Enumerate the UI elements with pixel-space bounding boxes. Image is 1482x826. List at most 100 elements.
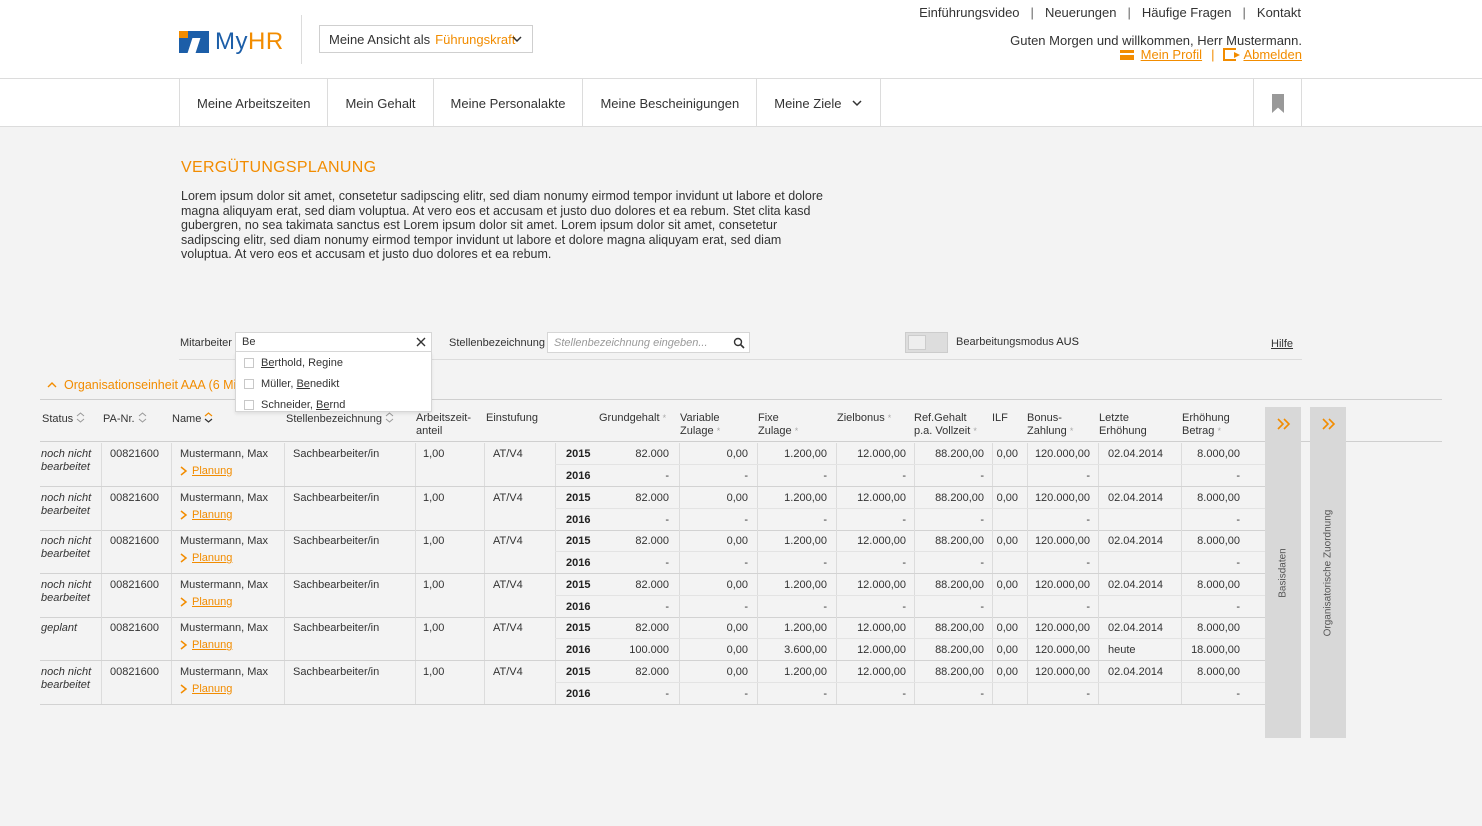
row-name: Mustermann, Max [180, 491, 269, 504]
row-var: 0,00 [726, 622, 748, 635]
side-panel-label: Basisdaten [1277, 547, 1289, 598]
toggle-knob [908, 335, 926, 350]
suggestion-checkbox[interactable] [244, 378, 254, 389]
row-planning-link[interactable]: Planung [180, 509, 232, 521]
suggestion-item[interactable]: Schneider, Bernd [236, 394, 431, 415]
toplink-news[interactable]: Neuerungen [1045, 5, 1117, 20]
table-row: geplant 00821600 Mustermann, Max Planung Sac… [40, 617, 1265, 662]
row-status: noch nicht bearbeitet [41, 448, 92, 473]
row-ilf: 0,00 [996, 448, 1018, 460]
suggestion-checkbox[interactable] [244, 357, 254, 368]
job-search-placeholder: Stellenbezeichnung eingeben... [554, 337, 708, 349]
row-status: noch nicht bearbeitet [41, 491, 92, 517]
col-header-pa[interactable]: PA-Nr. [103, 412, 147, 426]
row-base: - [665, 557, 669, 570]
toplink-intro-video[interactable]: Einführungsvideo [919, 5, 1019, 20]
row-ref: 88.200,00 [935, 666, 984, 678]
row-bonus: - [902, 688, 906, 700]
bookmark-button[interactable] [1253, 79, 1302, 127]
row-job-title: Sachbearbeiter/in [293, 666, 380, 678]
row-planning-link[interactable]: Planung [180, 596, 232, 608]
row-inc: - [1236, 513, 1240, 526]
org-unit-toggle[interactable]: Organisationseinheit AAA (6 Mit [47, 378, 240, 392]
col-header-name[interactable]: Name [172, 412, 213, 426]
row-year: 2015 [566, 622, 591, 635]
row-year: 2016 [566, 688, 591, 700]
row-var: - [744, 470, 748, 482]
row-bonus: 12.000,00 [857, 666, 906, 678]
row-pa-number: 00821600 [110, 491, 159, 504]
row-job-title: Sachbearbeiter/in [293, 535, 380, 548]
row-planning-link[interactable]: Planung [180, 639, 232, 651]
row-base: - [665, 513, 669, 526]
table-row: noch nicht bearbeitet 00821600 Mustermann,… [40, 573, 1265, 618]
row-base: 82.000 [635, 622, 669, 635]
row-bonuspay: - [1086, 470, 1090, 482]
row-inc: - [1236, 557, 1240, 570]
row-job-title: Sachbearbeiter/in [293, 448, 380, 460]
main-navigation: Meine Arbeitszeiten Mein Gehalt Meine Pe… [0, 79, 1482, 127]
suggestion-item[interactable]: Berthold, Regine [236, 352, 431, 373]
side-panel-basisdaten[interactable]: Basisdaten [1265, 407, 1301, 738]
clear-icon[interactable] [415, 336, 427, 348]
row-worktime: 1,00 [423, 448, 445, 460]
suggestion-item[interactable]: Müller, Benedikt [236, 373, 431, 394]
help-link[interactable]: Hilfe [1271, 338, 1293, 350]
row-planning-link[interactable]: Planung [180, 465, 232, 477]
logout-link[interactable]: Abmelden [1243, 47, 1302, 62]
row-var: - [744, 557, 748, 570]
search-icon[interactable] [733, 337, 745, 349]
row-planning-link[interactable]: Planung [180, 683, 232, 695]
row-inc: 8.000,00 [1197, 491, 1240, 504]
row-base: - [665, 600, 669, 613]
row-bonuspay: 120.000,00 [1034, 491, 1090, 504]
row-ilf: 0,00 [996, 666, 1018, 678]
expand-double-chevron-icon[interactable] [1277, 418, 1291, 430]
row-last-increase: 02.04.2014 [1108, 535, 1164, 548]
col-header-variable: Variable Zulage * [680, 412, 721, 437]
toplink-contact[interactable]: Kontakt [1257, 5, 1301, 20]
row-fix: - [823, 513, 827, 526]
job-search-input[interactable]: Stellenbezeichnung eingeben... [547, 332, 750, 353]
row-last-increase: heute [1108, 644, 1136, 657]
expand-double-chevron-icon[interactable] [1322, 418, 1336, 430]
row-var: 0,00 [726, 644, 748, 657]
row-fix: 1.200,00 [784, 535, 827, 548]
row-worktime: 1,00 [423, 666, 445, 678]
view-role-select[interactable]: Meine Ansicht als Führungskraft [319, 25, 533, 53]
row-inc: 8.000,00 [1197, 535, 1240, 548]
row-var: 0,00 [726, 448, 748, 460]
row-status: noch nicht bearbeitet [41, 666, 92, 691]
row-planning-link[interactable]: Planung [180, 552, 232, 564]
employee-search-input[interactable]: Be [235, 332, 432, 352]
row-bonus: 12.000,00 [857, 448, 906, 460]
toplink-faq[interactable]: Häufige Fragen [1142, 5, 1232, 20]
row-ilf: 0,00 [996, 491, 1018, 504]
suggestion-checkbox[interactable] [244, 399, 254, 410]
col-header-status[interactable]: Status [42, 412, 85, 426]
row-bonus: 12.000,00 [857, 535, 906, 548]
sort-icon [76, 412, 85, 423]
row-inc: 8.000,00 [1197, 578, 1240, 591]
nav-item-personnel-file[interactable]: Meine Personalakte [434, 79, 584, 127]
nav-item-goals-label: Meine Ziele [774, 95, 842, 111]
edit-mode-toggle[interactable] [905, 332, 948, 353]
col-header-increase-amount: Erhöhung Betrag * [1182, 412, 1230, 437]
myhr-logo[interactable]: MyHR [179, 28, 284, 56]
nav-item-salary[interactable]: Mein Gehalt [328, 79, 434, 127]
row-job-title: Sachbearbeiter/in [293, 622, 380, 635]
row-job-title: Sachbearbeiter/in [293, 578, 380, 591]
row-inc: 8.000,00 [1197, 622, 1240, 635]
side-panel-org-assignment[interactable]: Organisatorische Zuordnung [1310, 407, 1346, 738]
nav-item-certificates[interactable]: Meine Bescheinigungen [583, 79, 758, 127]
row-fix: - [823, 470, 827, 482]
row-ref: 88.200,00 [935, 448, 984, 460]
my-profile-link[interactable]: Mein Profil [1141, 47, 1202, 62]
nav-item-work-times[interactable]: Meine Arbeitszeiten [180, 79, 329, 127]
nav-item-goals[interactable]: Meine Ziele [757, 79, 882, 127]
row-year: 2016 [566, 470, 591, 482]
row-worktime: 1,00 [423, 622, 445, 635]
col-header-base: Grundgehalt * [599, 412, 667, 424]
logout-icon [1223, 48, 1241, 61]
row-year: 2015 [566, 491, 591, 504]
